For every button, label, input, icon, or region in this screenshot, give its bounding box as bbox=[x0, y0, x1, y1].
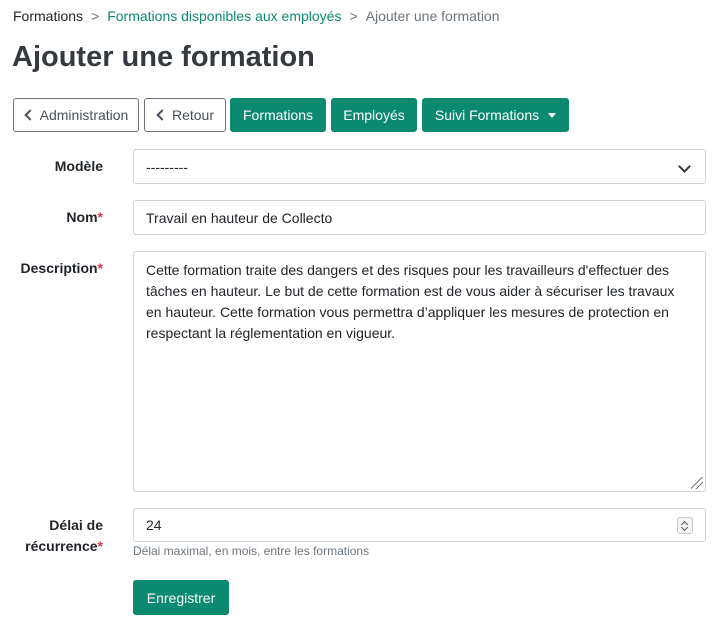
suivi-formations-label: Suivi Formations bbox=[434, 107, 540, 123]
delai-number-input[interactable]: 24 bbox=[133, 508, 706, 542]
administration-button-label: Administration bbox=[39, 107, 129, 123]
description-label: Description* bbox=[20, 260, 103, 276]
description-textarea-value: Cette formation traite des dangers et de… bbox=[146, 262, 675, 341]
caret-down-icon bbox=[548, 112, 557, 118]
nom-input[interactable]: Travail en hauteur de Collecto bbox=[133, 200, 706, 235]
delai-input-value: 24 bbox=[146, 517, 162, 533]
required-asterisk: * bbox=[97, 538, 103, 554]
administration-button[interactable]: Administration bbox=[13, 98, 139, 132]
page-title: Ajouter une formation bbox=[12, 41, 315, 73]
required-asterisk: * bbox=[97, 209, 103, 225]
breadcrumb-separator: > bbox=[91, 8, 100, 24]
breadcrumb-link-formations-disponibles[interactable]: Formations disponibles aux employés bbox=[107, 7, 341, 25]
number-spinner[interactable] bbox=[677, 517, 693, 534]
modele-select[interactable]: --------- bbox=[133, 149, 706, 184]
enregistrer-button-label: Enregistrer bbox=[146, 589, 216, 606]
breadcrumb-separator: > bbox=[349, 8, 358, 24]
breadcrumb-root[interactable]: Formations bbox=[13, 7, 83, 25]
retour-button-label: Retour bbox=[171, 107, 215, 123]
modele-select-value: --------- bbox=[146, 158, 188, 175]
formations-button[interactable]: Formations bbox=[230, 98, 326, 132]
suivi-formations-dropdown[interactable]: Suivi Formations bbox=[422, 98, 569, 132]
employes-button[interactable]: Employés bbox=[331, 98, 417, 132]
employes-button-label: Employés bbox=[343, 107, 405, 123]
resize-handle-icon[interactable] bbox=[691, 477, 703, 489]
delai-help-text: Délai maximal, en mois, entre les format… bbox=[133, 544, 370, 558]
enregistrer-button[interactable]: Enregistrer bbox=[133, 580, 229, 615]
nom-input-value: Travail en hauteur de Collecto bbox=[146, 209, 333, 226]
required-asterisk: * bbox=[97, 260, 103, 276]
nom-label: Nom* bbox=[66, 209, 103, 225]
retour-button[interactable]: Retour bbox=[144, 98, 226, 132]
formations-button-label: Formations bbox=[242, 107, 314, 123]
chevron-down-icon bbox=[678, 160, 691, 173]
breadcrumb: Formations > Formations disponibles aux … bbox=[13, 7, 500, 25]
chevron-left-icon bbox=[23, 109, 36, 121]
modele-label: Modèle bbox=[54, 158, 103, 174]
description-textarea[interactable]: Cette formation traite des dangers et de… bbox=[133, 251, 706, 492]
chevron-left-icon bbox=[156, 109, 168, 121]
breadcrumb-current: Ajouter une formation bbox=[365, 8, 500, 24]
delai-label: Délai de récurrence* bbox=[25, 517, 103, 554]
